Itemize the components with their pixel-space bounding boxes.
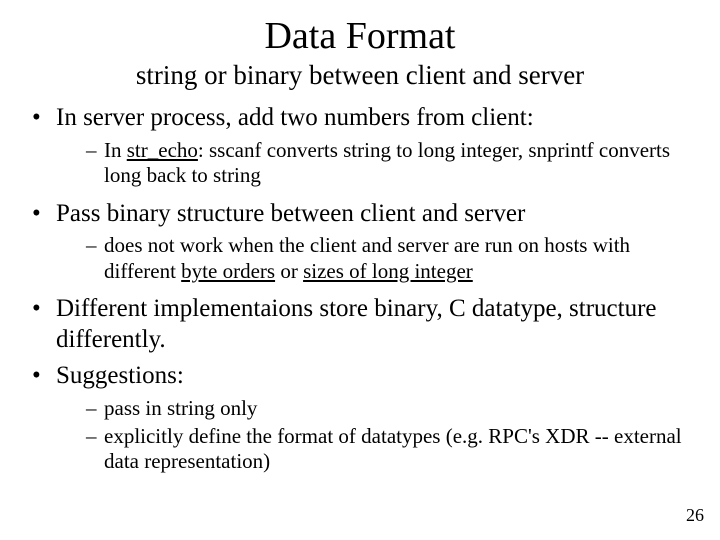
slide: Data Format string or binary between cli… bbox=[0, 0, 720, 540]
sub-item: pass in string only bbox=[86, 396, 692, 422]
bullet-text: Different implementaions store binary, C… bbox=[56, 295, 657, 353]
page-number: 26 bbox=[686, 505, 704, 526]
sub-list: does not work when the client and server… bbox=[56, 233, 692, 284]
bullet-item: Pass binary structure between client and… bbox=[32, 199, 692, 285]
sub-list: In str_echo: sscanf converts string to l… bbox=[56, 138, 692, 189]
bullet-text: Pass binary structure between client and… bbox=[56, 200, 525, 227]
sub-text: In bbox=[104, 138, 127, 162]
bullet-item: Different implementaions store binary, C… bbox=[32, 294, 692, 355]
sub-item: does not work when the client and server… bbox=[86, 233, 692, 284]
bullet-list: In server process, add two numbers from … bbox=[28, 103, 692, 475]
underline-text: sizes of long integer bbox=[303, 259, 473, 283]
slide-subtitle: string or binary between client and serv… bbox=[28, 60, 692, 91]
underline-text: byte orders bbox=[181, 259, 275, 283]
sub-text: or bbox=[275, 259, 303, 283]
bullet-text: In server process, add two numbers from … bbox=[56, 104, 534, 131]
sub-list: pass in string only explicitly define th… bbox=[56, 396, 692, 475]
slide-title: Data Format bbox=[28, 14, 692, 58]
bullet-item: In server process, add two numbers from … bbox=[32, 103, 692, 189]
sub-item: explicitly define the format of datatype… bbox=[86, 424, 692, 475]
bullet-text: Suggestions: bbox=[56, 362, 184, 389]
bullet-item: Suggestions: pass in string only explici… bbox=[32, 361, 692, 474]
underline-text: str_echo bbox=[127, 138, 198, 162]
sub-text: explicitly define the format of datatype… bbox=[104, 424, 682, 474]
sub-item: In str_echo: sscanf converts string to l… bbox=[86, 138, 692, 189]
sub-text: pass in string only bbox=[104, 396, 257, 420]
